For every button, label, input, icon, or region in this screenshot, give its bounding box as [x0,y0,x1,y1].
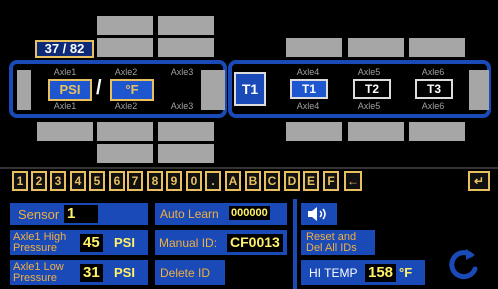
axle-label: Axle1 [53,67,77,77]
tire[interactable] [97,38,153,57]
axle-label: Axle1 [53,101,77,111]
tire-diagram: 37 / 82 Axle1 Axle2 Axle3 Axle1 Axle2 Ax… [0,0,498,167]
tire[interactable] [469,70,489,110]
axle-label: Axle5 [357,67,381,77]
keypad-key[interactable]: 5 [89,171,105,191]
hi-temp-field[interactable]: HI TEMP 158 °F [301,260,425,285]
auto-learn-value: 000000 [229,206,270,220]
manual-id-label: Manual ID: [159,236,218,250]
sensor-label: Sensor [18,207,60,222]
sensor-field[interactable]: Sensor 1 [10,203,148,225]
tire[interactable] [158,144,214,163]
axle1-high-pressure-field[interactable]: Axle1 High Pressure 45 PSI [10,230,148,255]
tire[interactable] [97,144,153,163]
hi-temp-unit: °F [399,265,413,280]
tire[interactable] [158,38,214,57]
keypad-key[interactable]: . [205,171,221,191]
reset-label-line2: Del All IDs [306,242,357,254]
keypad-key[interactable]: 8 [147,171,163,191]
tire[interactable] [17,70,31,110]
axle1-low-unit: PSI [114,265,135,280]
tire[interactable] [348,122,404,141]
panel-divider [293,199,297,289]
axle-label: Axle4 [296,67,320,77]
unit-separator: / [96,77,102,99]
tire-counter: 37 / 82 [35,40,94,58]
keypad-key[interactable]: B [245,171,261,191]
axle-label: Axle6 [421,67,445,77]
tire[interactable] [97,16,153,35]
hi-temp-label: HI TEMP [309,266,358,280]
keypad-key[interactable]: F [323,171,339,191]
keypad-key[interactable]: 2 [31,171,47,191]
trailer-t2-button[interactable]: T2 [353,79,391,99]
tire[interactable] [158,122,214,141]
keypad-key[interactable]: C [264,171,280,191]
keypad-key[interactable]: 1 [12,171,28,191]
axle1-high-label-line2: Pressure [13,242,58,254]
axle-label: Axle3 [170,67,194,77]
trailer-t1-button[interactable]: T1 [290,79,328,99]
axle-label: Axle5 [357,101,381,111]
trailer-t3-button[interactable]: T3 [415,79,453,99]
auto-learn-label: Auto Learn [160,207,219,221]
manual-id-field[interactable]: Manual ID: CF0013 [155,230,287,255]
tire[interactable] [37,122,93,141]
axle1-low-pressure-field[interactable]: Axle1 Low Pressure 31 PSI [10,260,148,285]
sensor-value[interactable]: 1 [64,205,98,223]
delete-id-label: Delete ID [160,266,211,280]
keypad-key[interactable]: D [284,171,300,191]
tire[interactable] [286,122,342,141]
delete-id-button[interactable]: Delete ID [155,260,225,285]
keypad-key[interactable]: 7 [127,171,143,191]
tire[interactable] [158,16,214,35]
tire[interactable] [286,38,342,57]
axle1-low-value[interactable]: 31 [80,264,103,282]
control-panel: Sensor 1 Auto Learn 000000 Axle1 High Pr… [0,197,498,289]
psi-unit-button[interactable]: PSI [48,79,92,101]
tire[interactable] [409,38,465,57]
axle1-low-label-line2: Pressure [13,272,58,284]
keypad-key[interactable]: ← [344,171,362,191]
axle1-high-unit: PSI [114,235,135,250]
auto-learn-field[interactable]: Auto Learn 000000 [155,203,287,225]
reset-all-ids-button[interactable]: Reset and Del All IDs [301,230,375,255]
speaker-icon [308,207,326,221]
tire[interactable] [348,38,404,57]
axle-label: Axle6 [421,101,445,111]
keypad-key[interactable]: 3 [50,171,66,191]
axle-label: Axle3 [170,101,194,111]
keypad-key[interactable]: 9 [166,171,182,191]
trailer-main-button[interactable]: T1 [234,72,266,106]
sound-button[interactable] [301,203,337,225]
keypad-key[interactable]: 4 [70,171,86,191]
keypad-key[interactable]: 6 [109,171,125,191]
hi-temp-value[interactable]: 158 [365,264,397,282]
tire[interactable] [409,122,465,141]
fahrenheit-unit-button[interactable]: °F [110,79,154,101]
manual-id-value[interactable]: CF0013 [227,234,283,252]
keypad-key[interactable]: ↵ [468,171,490,191]
axle-label: Axle2 [114,67,138,77]
refresh-icon[interactable] [447,247,481,283]
keypad-key[interactable]: A [225,171,241,191]
axle-label: Axle2 [114,101,138,111]
keypad-key[interactable]: E [303,171,319,191]
axle-label: Axle4 [296,101,320,111]
keypad-key[interactable]: 0 [186,171,202,191]
axle1-high-value[interactable]: 45 [80,234,103,252]
tire[interactable] [97,122,153,141]
